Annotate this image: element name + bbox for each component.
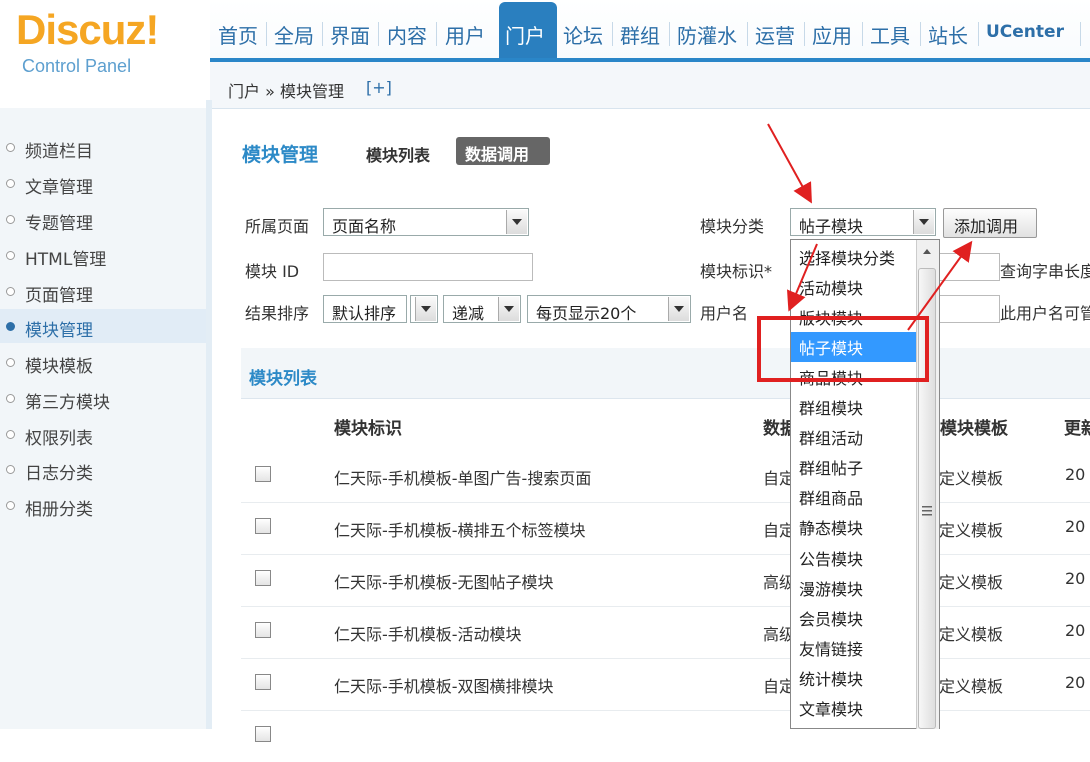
arrow-to-highlight — [787, 243, 818, 312]
arrow-to-add-button — [907, 240, 973, 331]
arrow-to-category-select — [767, 123, 812, 204]
annotation-arrows — [767, 123, 973, 331]
